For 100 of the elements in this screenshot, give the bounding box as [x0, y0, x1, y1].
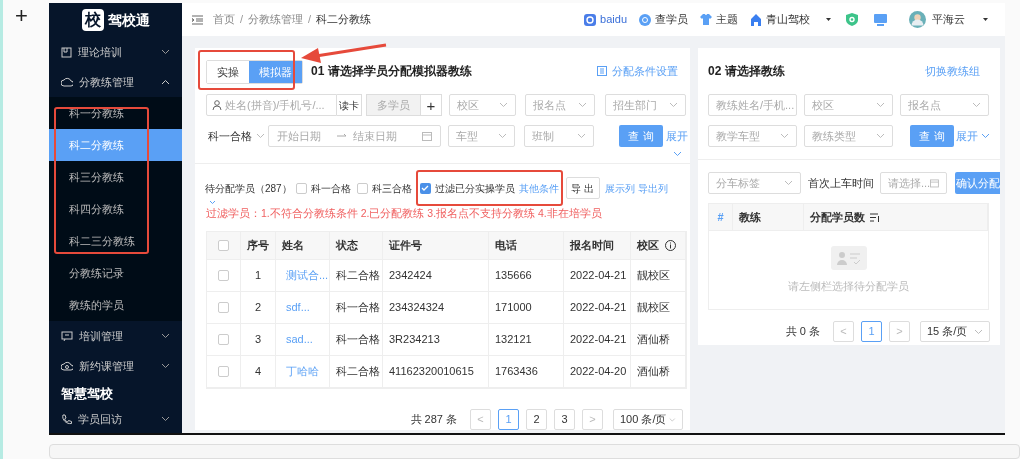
expand-link[interactable]: 展开	[666, 127, 688, 145]
chevron-down-icon	[673, 151, 682, 157]
name-search-field[interactable]: 姓名(拼音)/手机号/...	[206, 94, 337, 116]
column-header: 分配学员数	[810, 209, 865, 225]
total-count: 共 0 条	[785, 324, 820, 340]
student-name-link[interactable]: 丁哈哈	[282, 363, 319, 380]
student-name-link[interactable]: sad...	[282, 331, 313, 348]
select-field[interactable]: 班制	[524, 125, 594, 147]
sidebar-subitem[interactable]: 科一分教练	[49, 97, 182, 129]
column-header: 报名时间	[570, 238, 614, 254]
empty-state-icon	[830, 245, 867, 270]
next-page-button[interactable]: >	[582, 409, 603, 430]
chevron-down-icon	[981, 133, 990, 139]
select-field[interactable]: 校区	[449, 94, 516, 116]
select-field[interactable]: 报名点	[900, 94, 989, 116]
table-cell-text: 酒仙桥	[637, 364, 670, 380]
header-link[interactable]: 青山驾校	[750, 11, 834, 28]
total-count: 共 287 条	[410, 412, 457, 428]
table-cell-text: 2342424	[389, 268, 432, 284]
sidebar-subitem[interactable]: 科三分教练	[49, 161, 182, 193]
sidebar-item[interactable]: 理论培训	[49, 37, 182, 67]
student-name-link[interactable]: 测试合...	[282, 267, 329, 284]
row-checkbox[interactable]	[218, 334, 229, 345]
search-button[interactable]: 查 询	[619, 125, 663, 147]
select-field[interactable]: 报名点	[525, 94, 595, 116]
select-all-checkbox[interactable]	[218, 240, 229, 251]
chevron-down-icon	[669, 102, 678, 108]
logo-text: 驾校通	[107, 10, 150, 30]
filter-note: 过滤学员：1.不符合分教练条件 2.已分配教练 3.报名点不支持分教练 4.非在培学员	[205, 206, 603, 222]
sidebar-item[interactable]: 分教练管理	[49, 67, 182, 97]
read-card-button[interactable]: 读卡	[337, 94, 362, 116]
date-range-field[interactable]: 开始日期 结束日期	[268, 125, 441, 147]
sort-icon	[870, 212, 880, 222]
show-columns-link[interactable]: 展示列	[604, 180, 635, 196]
sidebar-item[interactable]: 新约课管理	[49, 351, 182, 381]
export-button[interactable]: 导 出	[565, 177, 600, 200]
header-link[interactable]: 主题	[700, 11, 738, 28]
date-field[interactable]: 请选择...	[880, 172, 947, 194]
export-columns-link[interactable]: 导出列	[637, 180, 668, 196]
tag-select[interactable]: 分车标签	[708, 172, 801, 194]
select-field[interactable]: 教练类型	[804, 125, 893, 147]
sidebar-subitem[interactable]: 科二三分教练	[49, 225, 182, 257]
breadcrumb-separator: /	[308, 12, 312, 28]
page-button[interactable]: 1	[498, 409, 519, 430]
chevron-down-icon	[876, 133, 885, 139]
expand-link[interactable]: 展开	[956, 127, 990, 145]
mode-tab[interactable]: 模拟器	[249, 61, 302, 83]
page-button[interactable]: 1	[861, 321, 882, 342]
row-checkbox[interactable]	[218, 302, 229, 313]
chevron-down-icon	[780, 133, 789, 139]
switch-group-link[interactable]: 切换教练组	[925, 62, 980, 80]
filter-checkbox[interactable]: 科一合格	[295, 180, 351, 196]
header-link[interactable]: baidu	[584, 11, 627, 28]
column-header: 姓名	[282, 238, 304, 254]
previous-page-button[interactable]: <	[470, 409, 491, 430]
next-page-button[interactable]: >	[889, 321, 910, 342]
table-cell-text: 2022-04-21	[570, 300, 627, 316]
page-size-select[interactable]: 100 条/页	[613, 409, 683, 430]
chevron-down-icon	[876, 102, 885, 108]
row-checkbox[interactable]	[218, 366, 229, 377]
avatar-icon	[909, 11, 926, 28]
shirt-icon	[700, 14, 712, 25]
select-field[interactable]: 车型	[448, 125, 515, 147]
select-field[interactable]: 校区	[804, 94, 893, 116]
sidebar-item[interactable]: 学员回访	[49, 407, 182, 431]
user-icon	[212, 100, 222, 110]
browser-icon	[584, 13, 597, 26]
settings-link[interactable]: 分配条件设置	[597, 62, 678, 80]
other-conditions-link[interactable]: 其他条件	[518, 180, 559, 196]
sidebar-subitem[interactable]: 分教练记录	[49, 257, 182, 289]
sidebar-subitem[interactable]: 科四分教练	[49, 193, 182, 225]
header-link[interactable]: 查学员	[639, 11, 688, 28]
multi-student-field[interactable]: 多学员	[366, 94, 421, 116]
sidebar-subitem[interactable]: 科二分教练	[49, 129, 182, 161]
add-icon[interactable]: +	[15, 3, 28, 29]
add-button[interactable]: +	[421, 94, 442, 116]
coach-search-field[interactable]: 教练姓名/手机...	[708, 94, 797, 116]
page-button[interactable]: 3	[554, 409, 575, 430]
select-field[interactable]: 招生部门	[605, 94, 686, 116]
settings-icon	[597, 66, 607, 76]
table-cell-text: 2	[254, 300, 262, 316]
subject-select[interactable]: 科一合格	[206, 127, 266, 145]
sidebar-subitem[interactable]: 教练的学员	[49, 289, 182, 321]
row-checkbox[interactable]	[218, 270, 229, 281]
table-cell-text: 135666	[495, 268, 532, 284]
info-icon	[665, 240, 676, 251]
breadcrumb-item[interactable]: 首页	[213, 11, 235, 28]
check-icon	[421, 185, 430, 192]
page-size-select[interactable]: 15 条/页	[920, 321, 990, 342]
user-menu[interactable]: 平海云	[909, 11, 991, 28]
breadcrumb-item[interactable]: 分教练管理	[248, 11, 304, 28]
filter-checkbox[interactable]: 科三合格	[356, 180, 412, 196]
previous-page-button[interactable]: <	[833, 321, 854, 342]
student-name-link[interactable]: sdf...	[282, 299, 310, 316]
filter-checkbox[interactable]: 过滤已分实操学员	[419, 180, 515, 196]
select-field[interactable]: 教学车型	[708, 125, 797, 147]
sidebar-item[interactable]: 培训管理	[49, 321, 182, 351]
confirm-button[interactable]: 确认分配	[955, 172, 1000, 194]
search-button[interactable]: 查 询	[910, 125, 954, 147]
page-button[interactable]: 2	[526, 409, 547, 430]
